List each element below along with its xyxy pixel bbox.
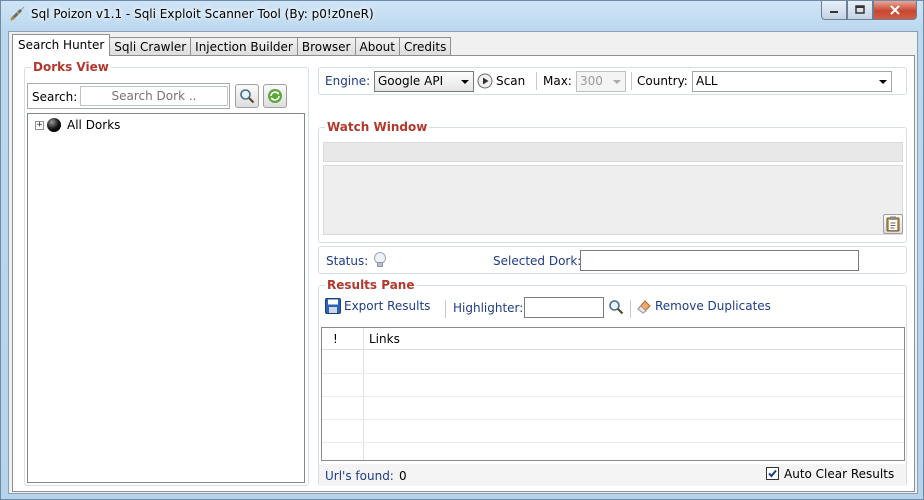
status-label: Status: <box>326 254 369 268</box>
max-select[interactable]: 300 <box>576 71 626 92</box>
highlighter-label: Highlighter: <box>453 301 524 315</box>
toolbar-separator <box>631 72 632 90</box>
app-window: Sql Poizon v1.1 - Sqli Exploit Scanner T… <box>0 0 924 500</box>
max-label: Max: <box>543 74 572 88</box>
tab-injection-builder[interactable]: Injection Builder <box>190 37 298 56</box>
results-grid-header: ! Links <box>322 328 904 350</box>
selected-dork-label: Selected Dork: <box>493 254 582 268</box>
grid-line <box>322 373 904 374</box>
selected-dork-field[interactable] <box>580 250 859 271</box>
grid-line <box>322 419 904 420</box>
grid-line <box>322 442 904 443</box>
tree-item-all-dorks[interactable]: + All Dorks <box>35 118 120 132</box>
country-select[interactable]: ALL <box>692 71 892 92</box>
play-icon <box>477 73 493 89</box>
dork-search-box: Search: <box>27 83 230 109</box>
results-pane-title: Results Pane <box>325 278 417 292</box>
tab-sqli-crawler[interactable]: Sqli Crawler <box>109 37 192 56</box>
tab-about[interactable]: About <box>354 37 400 56</box>
minimize-button[interactable] <box>821 1 847 20</box>
urls-found-count: 0 <box>399 469 407 483</box>
dorks-view-group: Dorks View Search: Search Dork .. + All … <box>24 60 309 486</box>
status-bar-group: Status: Selected Dork: <box>318 246 907 274</box>
app-syringe-icon <box>10 6 25 21</box>
max-value: 300 <box>580 74 603 88</box>
watch-output-area[interactable] <box>323 165 903 235</box>
dorks-tree[interactable]: + All Dorks <box>27 113 305 483</box>
dorks-view-title: Dorks View <box>31 60 111 74</box>
remove-duplicates-button[interactable]: Remove Duplicates <box>636 298 771 314</box>
toolbar-separator <box>630 300 631 318</box>
export-results-label: Export Results <box>344 299 431 313</box>
grid-line <box>322 396 904 397</box>
eraser-icon <box>637 300 651 314</box>
engine-value: Google API <box>378 74 444 88</box>
auto-clear-checkbox[interactable] <box>766 467 779 480</box>
country-value: ALL <box>696 74 718 88</box>
watch-progress-bar <box>323 142 903 162</box>
results-pane-group: Results Pane Export Results Highlighter: <box>318 278 907 486</box>
engine-toolbar: Engine: Google API Scan Max: 300 Country… <box>318 67 907 95</box>
remove-duplicates-label: Remove Duplicates <box>655 299 771 313</box>
copy-button[interactable] <box>883 214 903 234</box>
maximize-icon <box>855 5 865 14</box>
export-results-button[interactable]: Export Results <box>325 298 430 314</box>
scan-label: Scan <box>496 74 526 88</box>
search-hunter-page: Dorks View Search: Search Dork .. + All … <box>12 55 915 492</box>
urls-found-label: Url's found: <box>325 469 394 483</box>
magnifier-icon <box>240 89 255 104</box>
clipboard-icon <box>886 216 900 232</box>
tree-item-label: All Dorks <box>67 118 121 132</box>
dork-search-input[interactable] <box>80 86 228 106</box>
tab-credits[interactable]: Credits <box>398 37 452 56</box>
minimize-icon <box>830 11 838 13</box>
client-area: Search Hunter Sqli Crawler Injection Bui… <box>8 31 918 494</box>
watch-window-group: Watch Window <box>318 120 907 243</box>
chevron-down-icon <box>613 80 621 84</box>
chevron-down-icon <box>461 80 469 84</box>
tab-browser[interactable]: Browser <box>296 37 356 56</box>
black-ball-icon <box>47 118 61 132</box>
maximize-button[interactable] <box>847 1 873 20</box>
refresh-dorks-button[interactable] <box>263 84 287 108</box>
column-header-links[interactable]: Links <box>369 332 400 346</box>
scan-button[interactable]: Scan <box>477 73 525 89</box>
magnifier-icon[interactable] <box>608 299 624 315</box>
toolbar-separator <box>445 300 446 318</box>
window-title: Sql Poizon v1.1 - Sqli Exploit Scanner T… <box>31 7 374 21</box>
tab-strip: Search Hunter Sqli Crawler Injection Bui… <box>12 34 452 56</box>
country-label: Country: <box>637 74 688 88</box>
lightbulb-icon <box>374 252 386 267</box>
search-label: Search: <box>32 90 78 104</box>
results-grid[interactable]: ! Links <box>321 327 905 461</box>
toolbar-separator <box>536 72 537 90</box>
column-header-flag[interactable]: ! <box>333 332 338 346</box>
engine-select[interactable]: Google API <box>374 71 474 92</box>
results-footer: Url's found: 0 Auto Clear Results <box>319 464 906 486</box>
title-bar[interactable]: Sql Poizon v1.1 - Sqli Exploit Scanner T… <box>1 1 923 29</box>
highlighter-input[interactable] <box>524 297 604 318</box>
close-button[interactable] <box>873 1 917 20</box>
expand-icon[interactable]: + <box>35 120 44 130</box>
floppy-disk-icon <box>325 298 341 314</box>
watch-window-title: Watch Window <box>325 120 430 134</box>
refresh-icon <box>268 89 282 103</box>
dork-search-button[interactable] <box>235 84 259 108</box>
chevron-down-icon <box>879 80 887 84</box>
tab-search-hunter[interactable]: Search Hunter <box>12 34 111 56</box>
checkmark-icon <box>768 469 777 478</box>
engine-label: Engine: <box>325 74 371 88</box>
caption-buttons <box>821 1 917 21</box>
close-icon <box>890 5 900 15</box>
auto-clear-label: Auto Clear Results <box>784 467 895 481</box>
